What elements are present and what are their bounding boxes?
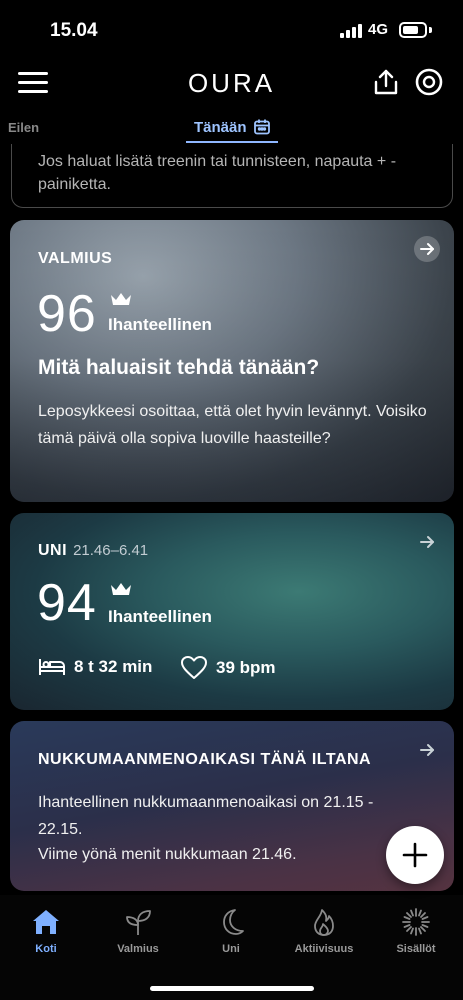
bottom-nav: Koti Valmius Uni Aktiivisuus Sisällöt xyxy=(0,895,463,1000)
network-type: 4G xyxy=(368,21,389,38)
readiness-body: Leposykkeesi osoittaa, että olet hyvin l… xyxy=(38,403,427,447)
tab-yesterday[interactable]: Eilen xyxy=(8,120,39,135)
day-tabs: Eilen Tänään xyxy=(0,108,463,144)
moon-icon xyxy=(223,909,244,935)
sleep-score-label: Ihanteellinen xyxy=(108,607,212,626)
readiness-title: VALMIUS xyxy=(38,250,113,267)
nav-item-sleep[interactable]: Uni xyxy=(185,907,277,955)
calendar-icon xyxy=(253,119,270,135)
tab-indicator xyxy=(186,141,278,143)
crown-icon xyxy=(111,293,131,305)
readiness-card[interactable]: VALMIUS 96 Ihanteellinen Mitä haluaisit … xyxy=(10,220,454,502)
sleep-title-row: UNI 21.46–6.41 xyxy=(38,542,148,560)
nav-label-activity: Aktiivisuus xyxy=(294,943,354,955)
readiness-headline: Mitä haluaisit tehdä tänään? xyxy=(38,356,320,379)
bedtime-arrow-icon[interactable] xyxy=(414,737,440,763)
nav-label-sleep: Uni xyxy=(222,943,240,955)
resting-heart-rate: 39 bpm xyxy=(180,655,276,681)
nav-item-content[interactable]: Sisällöt xyxy=(370,907,462,955)
sleep-duration: 8 t 32 min xyxy=(38,657,152,677)
readiness-arrow-icon[interactable] xyxy=(414,236,440,262)
home-indicator xyxy=(150,986,314,991)
readiness-score-label: Ihanteellinen xyxy=(108,315,212,334)
add-button[interactable] xyxy=(386,826,444,884)
heart-rate-value: 39 bpm xyxy=(216,658,276,677)
sparkle-icon xyxy=(402,908,430,936)
add-workout-hint-card: Jos haluat lisätä treenin tai tunnisteen… xyxy=(11,144,453,208)
tab-today-label: Tänään xyxy=(194,118,247,136)
sleep-time-range: 21.46–6.41 xyxy=(73,542,149,559)
ring-icon[interactable] xyxy=(414,67,444,97)
home-icon xyxy=(33,910,59,934)
sleep-score: 94 xyxy=(37,574,97,632)
bed-icon xyxy=(39,659,65,675)
sleep-title: UNI xyxy=(38,542,68,559)
crown-icon xyxy=(111,583,131,595)
status-time: 15.04 xyxy=(50,20,98,41)
nav-label-content: Sisällöt xyxy=(396,943,436,955)
tab-today[interactable]: Tänään xyxy=(194,118,271,136)
share-icon[interactable] xyxy=(373,68,399,96)
bedtime-last-night: Viime yönä menit nukkumaan 21.46. xyxy=(38,846,297,863)
readiness-score: 96 xyxy=(37,285,97,343)
heart-icon xyxy=(181,656,207,679)
hint-text: Jos haluat lisätä treenin tai tunnisteen… xyxy=(38,153,397,193)
top-bar: OURA xyxy=(0,60,463,108)
signal-icon xyxy=(340,24,362,38)
bedtime-recommendation: Ihanteellinen nukkumaanmenoaikasi on 21.… xyxy=(38,794,374,838)
sleep-duration-value: 8 t 32 min xyxy=(74,657,153,676)
nav-item-activity[interactable]: Aktiivisuus xyxy=(278,907,370,955)
battery-icon xyxy=(399,22,427,38)
nav-label-readiness: Valmius xyxy=(117,943,159,955)
plus-icon xyxy=(402,842,428,868)
sleep-arrow-icon[interactable] xyxy=(414,529,440,555)
nav-label-home: Koti xyxy=(35,943,57,955)
nav-item-readiness[interactable]: Valmius xyxy=(92,907,184,955)
status-bar: 15.04 4G xyxy=(0,0,463,60)
nav-item-home[interactable]: Koti xyxy=(0,907,92,955)
bedtime-title: NUKKUMAANMENOAIKASI TÄNÄ ILTANA xyxy=(38,751,372,768)
sleep-card[interactable]: UNI 21.46–6.41 94 Ihanteellinen 8 t 32 mi… xyxy=(10,513,454,710)
sprout-icon xyxy=(126,910,151,935)
flame-icon xyxy=(314,909,334,936)
